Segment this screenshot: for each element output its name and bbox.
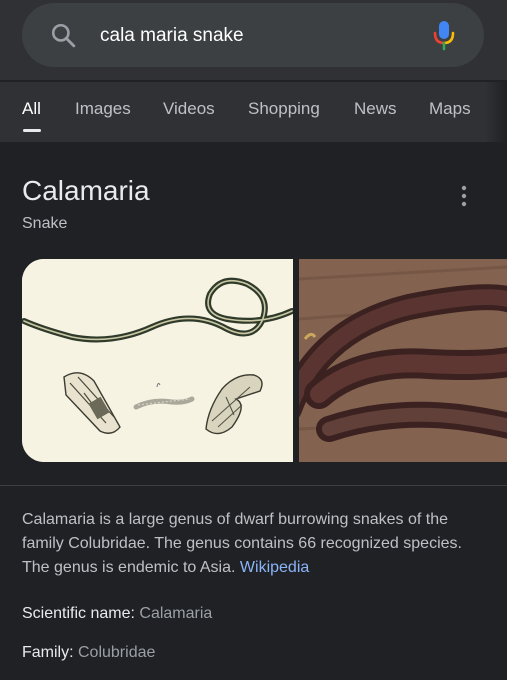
top-area: cala maria snake	[0, 0, 507, 80]
fact-key: Scientific name	[22, 605, 131, 622]
search-tabs: All Images Videos Shopping News Maps	[0, 82, 507, 142]
more-vert-icon[interactable]	[456, 184, 472, 208]
fact-scientific-name: Scientific name: Calamaria	[22, 603, 212, 625]
tab-videos[interactable]: Videos	[163, 98, 215, 120]
search-bar[interactable]: cala maria snake	[22, 3, 484, 67]
tab-images[interactable]: Images	[75, 98, 131, 120]
section-divider	[0, 485, 507, 486]
tab-news[interactable]: News	[354, 98, 397, 120]
knowledge-panel-subtitle: Snake	[22, 215, 68, 232]
fact-colon: :	[69, 644, 78, 661]
active-tab-indicator	[23, 129, 41, 132]
snake-illustration-image[interactable]	[22, 259, 293, 462]
search-icon[interactable]	[50, 22, 76, 48]
wikipedia-link[interactable]: Wikipedia	[240, 559, 309, 576]
tab-maps[interactable]: Maps	[429, 98, 471, 120]
tab-shopping[interactable]: Shopping	[248, 98, 320, 120]
fact-value[interactable]: Calamaria	[139, 605, 212, 622]
knowledge-panel-description: Calamaria is a large genus of dwarf burr…	[22, 508, 492, 580]
fact-key: Family	[22, 644, 70, 661]
fact-value[interactable]: Colubridae	[78, 644, 155, 661]
fact-family: Family: Colubridae	[22, 642, 155, 664]
tab-all[interactable]: All	[22, 98, 41, 120]
knowledge-panel-title: Calamaria	[22, 175, 150, 206]
search-input[interactable]: cala maria snake	[100, 24, 244, 48]
snake-photo-image[interactable]	[299, 259, 507, 462]
tabs-scroll-fade	[485, 82, 507, 142]
mic-icon[interactable]	[432, 19, 456, 51]
